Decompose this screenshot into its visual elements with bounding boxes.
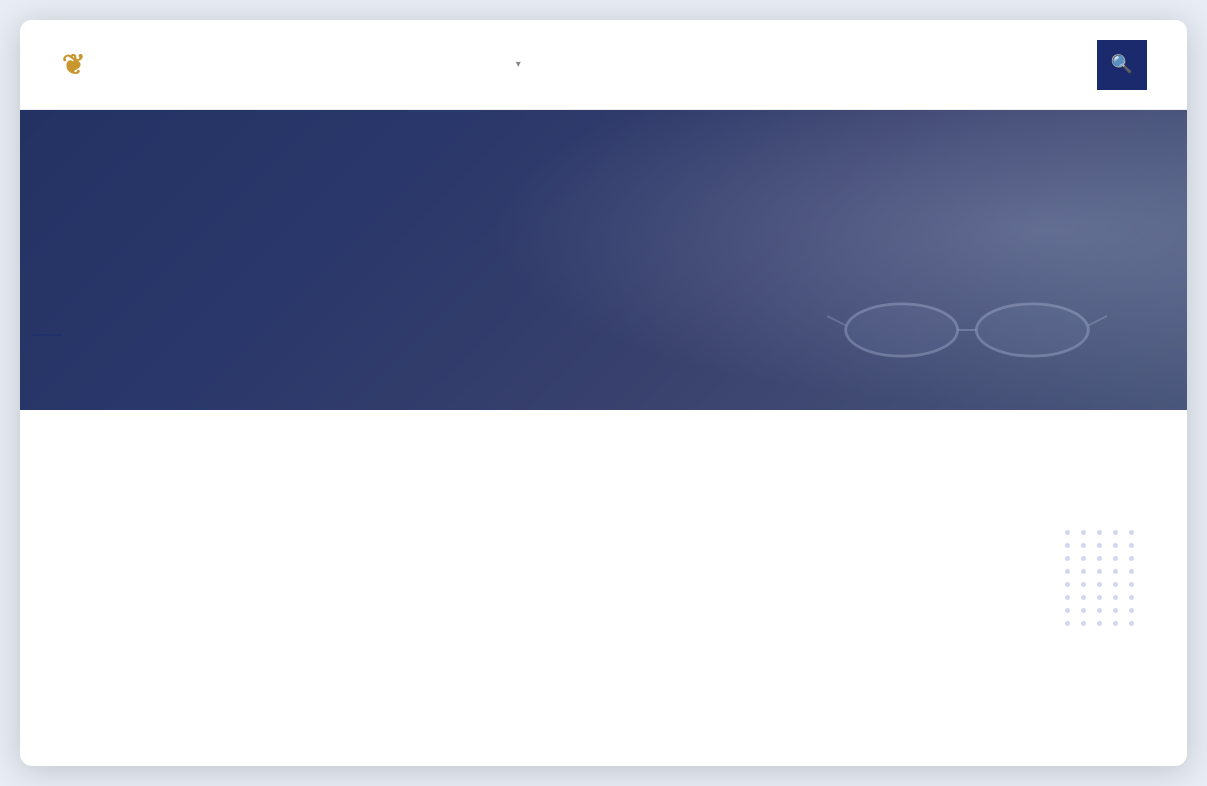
chevron-down-icon: ▾ <box>516 59 521 70</box>
logo-heart-icon: ❦ <box>62 49 87 80</box>
arabic-button[interactable] <box>1065 57 1097 73</box>
nav-right: 🔍 <box>1065 40 1147 90</box>
hero-section <box>20 110 1187 410</box>
navbar: ❦ ▾ <box>20 20 1187 110</box>
hero-glasses-image <box>827 280 1107 380</box>
search-icon: 🔍 <box>1111 54 1133 75</box>
content-section <box>20 410 1187 560</box>
logo-name: ❦ <box>60 48 87 81</box>
side-text <box>634 470 1128 480</box>
side-text-area <box>634 470 1128 480</box>
nav-link-business[interactable]: ▾ <box>512 59 521 70</box>
nav-links: ▾ <box>482 59 671 70</box>
logo[interactable]: ❦ <box>60 48 87 81</box>
apply-heading-area <box>80 470 574 520</box>
apply-heading <box>80 470 574 520</box>
nav-item-business[interactable]: ▾ <box>512 59 521 70</box>
dot-grid-decoration: // Generate dots inline const dotGrid = … <box>1065 530 1137 626</box>
search-button[interactable]: 🔍 <box>1097 40 1147 90</box>
